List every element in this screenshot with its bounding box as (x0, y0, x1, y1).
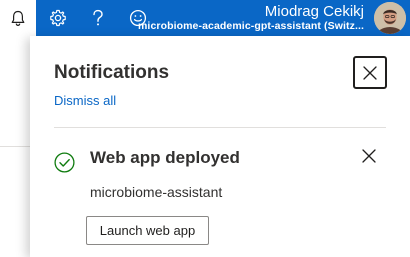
success-check-icon (54, 152, 75, 173)
launch-web-app-button[interactable]: Launch web app (86, 216, 209, 245)
dismiss-all-link[interactable]: Dismiss all (54, 93, 116, 108)
top-bar: Miodrag Cekikj microbiome-academic-gpt-a… (36, 0, 410, 36)
user-name: Miodrag Cekikj (264, 3, 364, 20)
notification-title: Web app deployed (90, 148, 240, 167)
directory-name: microbiome-academic-gpt-assistant (Switz… (137, 20, 364, 32)
gear-icon[interactable] (38, 0, 78, 36)
panel-title: Notifications (54, 62, 170, 83)
notification-resource: microbiome-assistant (90, 184, 223, 200)
portal-screen: Miodrag Cekikj microbiome-academic-gpt-a… (0, 0, 410, 257)
account-info[interactable]: Miodrag Cekikj microbiome-academic-gpt-a… (138, 3, 364, 33)
notifications-panel: Notifications Dismiss all Web app deploy… (30, 36, 410, 257)
dismiss-notification-icon[interactable] (361, 148, 377, 164)
divider (54, 127, 386, 128)
divider (0, 146, 30, 147)
avatar[interactable] (374, 2, 406, 34)
bell-icon[interactable] (0, 0, 36, 36)
close-panel-button[interactable] (353, 56, 387, 89)
close-icon (363, 65, 377, 80)
help-icon[interactable] (78, 0, 118, 36)
